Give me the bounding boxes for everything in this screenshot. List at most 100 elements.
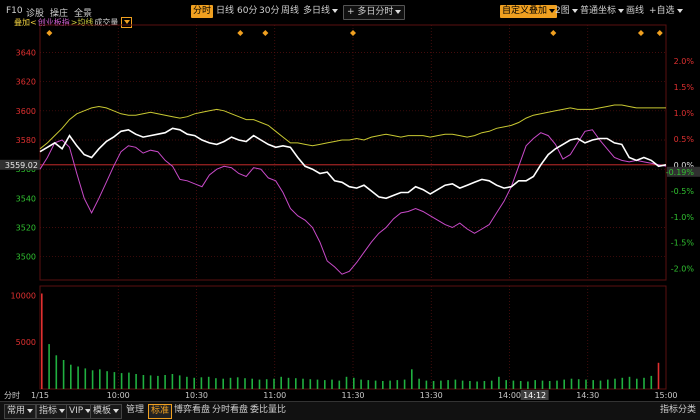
tab-standard[interactable]: 标准 xyxy=(148,404,173,419)
common-menu[interactable]: 常用 xyxy=(4,404,37,419)
volume-bar xyxy=(70,364,72,389)
volume-bar xyxy=(265,379,268,389)
volume-bar xyxy=(120,373,123,389)
volume-bar xyxy=(200,377,203,389)
common-menu-label: 常用 xyxy=(7,406,26,416)
percent-tick-label: 1.0% xyxy=(674,109,695,118)
volume-bar xyxy=(316,379,319,389)
template-menu[interactable]: 模板 xyxy=(90,404,123,419)
volume-bar xyxy=(563,379,565,389)
indicator-category-button[interactable]: 指标分类 xyxy=(658,404,698,417)
volume-bar xyxy=(207,376,210,389)
tab-bid-ratio[interactable]: 委比量比 xyxy=(248,404,288,417)
volume-bar xyxy=(454,379,457,389)
volume-bar xyxy=(614,378,616,389)
volume-bar xyxy=(628,376,631,389)
current-pct-label: -0.19% xyxy=(666,168,695,177)
volume-bar xyxy=(251,378,253,389)
volume-bar xyxy=(382,381,384,389)
event-marker-icon xyxy=(656,30,663,36)
current-value-label: 3559.02 xyxy=(5,161,38,170)
volume-bar xyxy=(55,355,58,389)
volume-bars: 10000 5000 xyxy=(11,291,660,389)
chevron-down-icon xyxy=(59,408,66,413)
event-marker-icon xyxy=(262,30,269,36)
time-tick-label: 11:00 xyxy=(263,391,286,400)
volume-bar xyxy=(41,293,43,389)
time-tick-label: 10:30 xyxy=(185,391,208,400)
volume-bar xyxy=(345,376,348,389)
volume-bar xyxy=(309,379,312,389)
price-tick-label: 3520 xyxy=(16,224,36,233)
volume-bar xyxy=(476,381,478,389)
volume-bar xyxy=(447,380,449,389)
time-axis-mode-label: 分时 xyxy=(4,390,20,400)
volume-bar xyxy=(302,378,304,389)
volume-bar xyxy=(490,380,493,389)
volume-bar xyxy=(324,380,326,389)
volume-bar xyxy=(193,377,195,389)
volume-bar xyxy=(236,377,239,389)
volume-bar xyxy=(425,380,428,389)
time-tick-label: 10:00 xyxy=(107,391,130,400)
percent-tick-label: -2.0% xyxy=(671,265,695,274)
volume-bar xyxy=(48,344,50,389)
volume-bar xyxy=(295,378,297,389)
volume-bar xyxy=(519,381,522,389)
price-tick-label: 3500 xyxy=(16,253,36,262)
volume-bar xyxy=(440,380,442,389)
volume-bar xyxy=(461,380,464,389)
volume-bar xyxy=(469,381,471,389)
indicator-menu[interactable]: 指标 xyxy=(36,404,69,419)
volume-bar xyxy=(135,374,137,389)
vip-menu-label: VIP xyxy=(69,406,84,416)
volume-bar xyxy=(657,362,660,389)
volume-bar xyxy=(229,377,232,389)
volume-bar xyxy=(142,375,145,389)
volume-bar xyxy=(186,376,188,389)
volume-bar xyxy=(570,378,573,389)
volume-bar xyxy=(534,380,536,389)
tab-game-view[interactable]: 博弈看盘 xyxy=(172,404,212,417)
percent-tick-label: 2.0% xyxy=(674,57,695,66)
volume-bar xyxy=(244,378,246,389)
volume-bar xyxy=(353,377,355,389)
event-marker-icon xyxy=(237,30,244,36)
volume-bar xyxy=(643,377,645,389)
intraday-chart[interactable]: 364036203600358035603540352035003559.02 … xyxy=(0,0,700,400)
volume-bar xyxy=(505,380,507,389)
volume-bar xyxy=(636,378,638,389)
crosshair-time-label: 14:12 xyxy=(523,391,546,400)
time-tick-label: 15:00 xyxy=(654,391,677,400)
volume-bar xyxy=(389,380,391,389)
volume-bar xyxy=(338,380,341,389)
volume-bar xyxy=(411,369,413,389)
price-axis: 364036203600358035603540352035003559.02 xyxy=(0,49,40,262)
volume-bar xyxy=(483,381,486,389)
volume-bar xyxy=(360,379,362,389)
price-tick-label: 3600 xyxy=(16,107,36,116)
volume-tick-label: 5000 xyxy=(16,338,36,347)
volume-bar xyxy=(432,381,435,389)
volume-bar xyxy=(273,378,275,389)
time-axis: 1/15 10:00 10:30 11:00 11:30 13:30 14:00 14:30 1… xyxy=(4,390,678,400)
volume-bar xyxy=(164,375,166,389)
volume-bar xyxy=(607,379,609,389)
percent-tick-label: -0.5% xyxy=(671,187,695,196)
volume-bar xyxy=(512,380,515,389)
price-tick-label: 3540 xyxy=(16,194,36,203)
tab-intraday-view[interactable]: 分时看盘 xyxy=(210,404,250,417)
price-tick-label: 3620 xyxy=(16,78,36,87)
volume-bar xyxy=(157,375,159,389)
event-marker-icon xyxy=(350,30,356,36)
volume-bar xyxy=(577,379,580,389)
time-tick-label: 1/15 xyxy=(31,391,49,400)
volume-bar xyxy=(84,368,87,389)
volume-bar xyxy=(527,381,529,389)
volume-bar xyxy=(621,377,624,389)
manage-button[interactable]: 管理 xyxy=(124,404,146,417)
volume-bar xyxy=(541,380,544,389)
template-menu-label: 模板 xyxy=(93,406,112,416)
volume-bar xyxy=(374,380,377,389)
volume-bar xyxy=(99,369,101,389)
